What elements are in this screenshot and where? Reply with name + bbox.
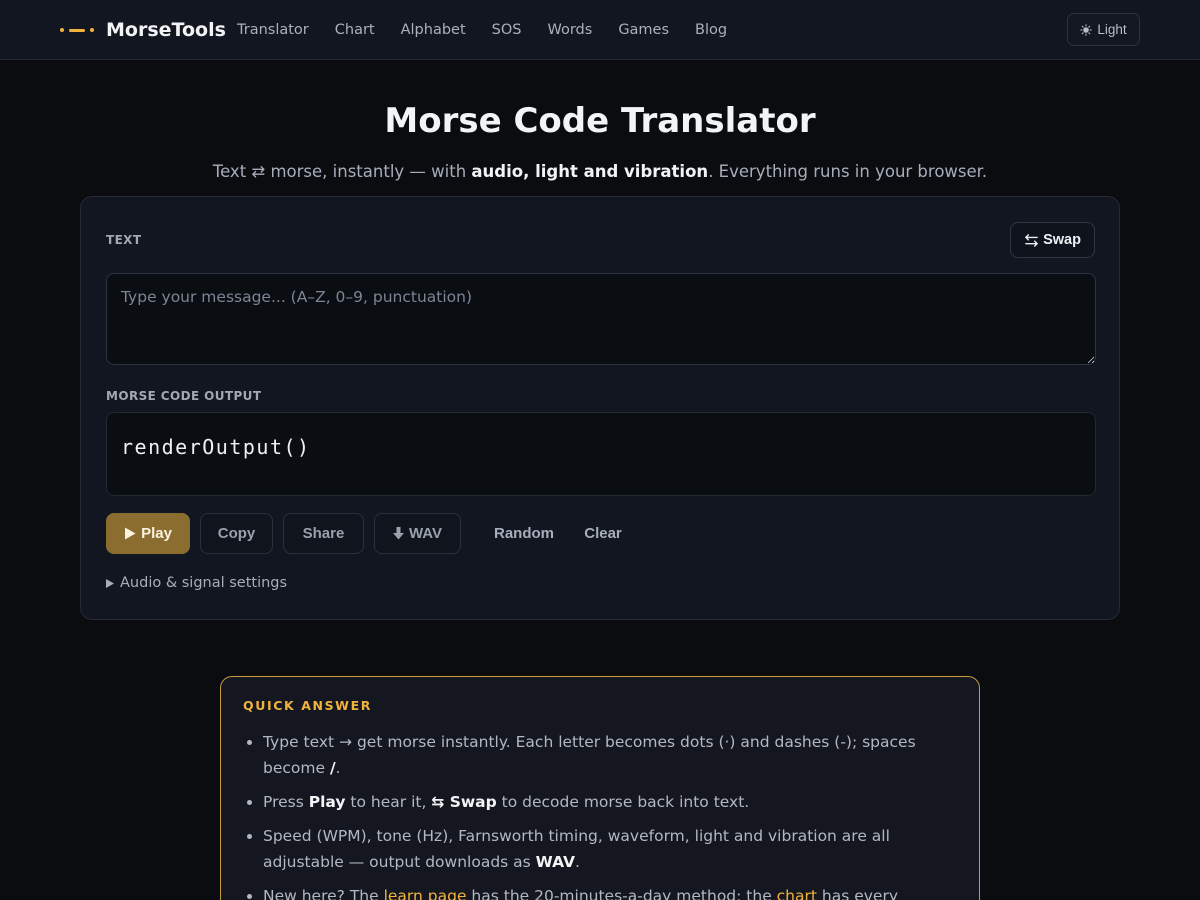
list-item: Type text → get morse instantly. Each le… [263,729,953,781]
learn-page-link[interactable]: learn page [384,887,467,900]
subtitle-tail: . Everything runs in your browser. [708,162,988,181]
play-button[interactable]: Play [106,513,190,554]
qa-bold: WAV [535,853,576,871]
swap-arrows-icon [1025,233,1038,247]
morse-output[interactable]: renderOutput() [106,412,1096,496]
brand-name: MorseTools [106,19,226,41]
subtitle-text: Text ⇄ morse, instantly — with [212,162,472,181]
nav-link-translator[interactable]: Translator [237,22,309,38]
chart-link[interactable]: chart [777,887,817,900]
page-title: Morse Code Translator [384,101,816,141]
nav-link-games[interactable]: Games [618,22,669,38]
qa-text: New here? The [263,887,384,900]
list-item: New here? The learn page has the 20-minu… [263,883,953,900]
swap-button-label: Swap [1043,232,1081,248]
quick-answer-list: Type text → get morse instantly. Each le… [263,729,953,900]
top-navigation: MorseTools Translator Chart Alphabet SOS… [0,0,1200,60]
qa-text: has the 20-minutes-a-day method; the [466,887,777,900]
wav-button-label: WAV [408,525,443,542]
nav-link-words[interactable]: Words [547,22,592,38]
qa-text: Type text → get morse instantly. Each le… [263,733,916,777]
morse-output-label: MORSE CODE OUTPUT [106,389,262,403]
morse-logo-icon [60,28,94,32]
qa-bold: ⇆ Swap [431,793,497,811]
share-button[interactable]: Share [283,513,364,554]
qa-bold: Play [308,793,346,811]
quick-answer-box: QUICK ANSWER Type text → get morse insta… [220,676,980,900]
play-icon [125,527,136,540]
message-input[interactable] [106,273,1096,365]
play-button-label: Play [141,525,172,542]
copy-button[interactable]: Copy [200,513,273,554]
nav-link-blog[interactable]: Blog [695,22,727,38]
audio-settings-label: Audio & signal settings [120,575,288,591]
disclosure-triangle-icon [106,578,114,588]
quick-answer-title: QUICK ANSWER [243,698,372,713]
list-item: Press Play to hear it, ⇆ Swap to decode … [263,789,953,815]
nav-links: Translator Chart Alphabet SOS Words Game… [237,0,727,60]
brand-logo[interactable]: MorseTools [60,0,226,60]
download-wav-button[interactable]: WAV [374,513,461,554]
swap-button[interactable]: Swap [1010,222,1095,258]
clear-button[interactable]: Clear [575,513,631,554]
audio-settings-toggle[interactable]: Audio & signal settings [106,575,287,591]
list-item: Speed (WPM), tone (Hz), Farnsworth timin… [263,823,953,875]
qa-text: to hear it, [345,793,432,811]
sun-icon [1080,23,1093,36]
nav-link-sos[interactable]: SOS [492,22,522,38]
random-button[interactable]: Random [485,513,563,554]
qa-text: Press [263,793,309,811]
translator-card: TEXT Swap MORSE CODE OUTPUT renderOutput… [80,196,1120,620]
nav-link-chart[interactable]: Chart [335,22,375,38]
theme-toggle-button[interactable]: Light [1067,13,1140,46]
download-arrow-icon [392,527,404,540]
nav-link-alphabet[interactable]: Alphabet [401,22,466,38]
qa-text: to decode morse back into text. [496,793,750,811]
theme-toggle-label: Light [1097,22,1127,37]
qa-text: . [575,853,580,871]
qa-text: . [335,759,341,777]
subtitle-highlight: audio, light and vibration [471,162,709,181]
text-label: TEXT [106,233,142,247]
page-subtitle: Text ⇄ morse, instantly — with audio, li… [0,162,1200,181]
